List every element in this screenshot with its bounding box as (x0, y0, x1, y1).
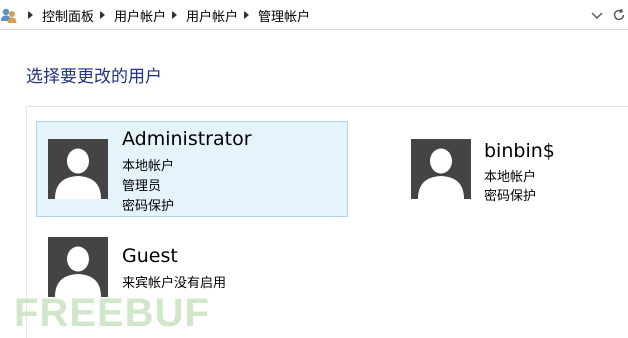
user-avatar-icon (411, 139, 471, 199)
breadcrumb-arrow-icon[interactable] (100, 11, 106, 19)
breadcrumb-item-user-accounts[interactable]: 用户帐户 (114, 6, 166, 25)
breadcrumb: 控制面板 用户帐户 用户帐户 管理帐户 (22, 0, 310, 30)
breadcrumb-item-control-panel[interactable]: 控制面板 (42, 6, 94, 25)
user-avatar-icon (48, 139, 108, 199)
account-role: 管理员 (122, 179, 162, 194)
user-accounts-icon (0, 6, 18, 24)
account-password-status: 密码保护 (122, 199, 175, 214)
account-type: 本地帐户 (484, 170, 537, 185)
account-name: binbin$ (484, 140, 555, 162)
breadcrumb-arrow-icon[interactable] (244, 11, 250, 19)
breadcrumb-item-manage-accounts[interactable]: 管理帐户 (258, 6, 310, 25)
chevron-down-icon[interactable] (590, 7, 604, 21)
account-type: 本地帐户 (122, 159, 175, 174)
address-bar[interactable]: 控制面板 用户帐户 用户帐户 管理帐户 (0, 0, 628, 30)
account-tile-binbin[interactable]: binbin$ 本地帐户 密码保护 (400, 121, 620, 217)
manage-accounts-window: 控制面板 用户帐户 用户帐户 管理帐户 选择要更改的用户 Administrat… (0, 0, 628, 338)
refresh-icon[interactable] (612, 7, 626, 21)
svg-text:FREEBUF: FREEBUF (14, 291, 210, 332)
divider (26, 106, 628, 107)
breadcrumb-arrow-icon[interactable] (172, 11, 178, 19)
breadcrumb-arrow-icon[interactable] (28, 11, 33, 19)
account-name: Guest (122, 245, 178, 267)
account-name: Administrator (122, 128, 252, 150)
account-password-status: 密码保护 (484, 189, 537, 204)
watermark-logo: FREEBUF (14, 288, 214, 335)
breadcrumb-item-user-accounts-sub[interactable]: 用户帐户 (186, 6, 238, 25)
account-tile-administrator[interactable]: Administrator 本地帐户 管理员 密码保护 (36, 121, 348, 217)
page-title: 选择要更改的用户 (26, 67, 162, 87)
